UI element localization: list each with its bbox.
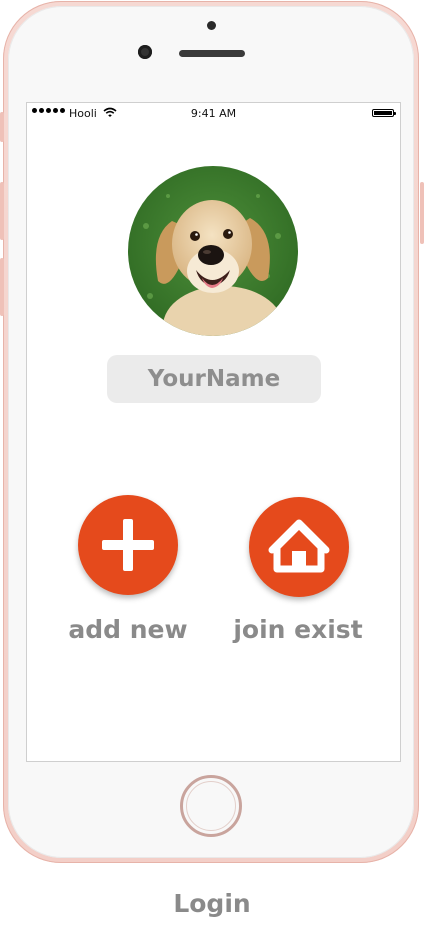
home-icon <box>268 519 330 573</box>
name-input[interactable] <box>107 355 321 403</box>
home-button[interactable] <box>180 775 242 837</box>
add-new-button[interactable] <box>78 495 178 595</box>
profile-avatar[interactable] <box>128 166 298 336</box>
volume-down-button <box>0 258 4 316</box>
front-camera <box>138 45 152 59</box>
mockup-stage: Hooli 9:41 AM YourName add new join exis… <box>0 0 424 925</box>
battery-icon <box>372 109 396 117</box>
plus-icon <box>102 519 154 571</box>
puppy-photo <box>128 166 298 336</box>
power-button <box>420 182 424 244</box>
status-bar: Hooli 9:41 AM <box>27 103 400 125</box>
join-exist-button[interactable] <box>249 497 349 597</box>
volume-up-button <box>0 182 4 240</box>
join-exist-label[interactable]: join exist <box>218 615 378 644</box>
screen-caption: Login <box>173 889 251 918</box>
status-time: 9:41 AM <box>190 107 237 120</box>
proximity-sensor <box>207 21 216 30</box>
phone-screen: Hooli 9:41 AM YourName add new join exis… <box>26 102 401 762</box>
add-new-label[interactable]: add new <box>48 615 208 644</box>
mute-switch <box>0 112 4 142</box>
earpiece-speaker <box>179 50 245 57</box>
